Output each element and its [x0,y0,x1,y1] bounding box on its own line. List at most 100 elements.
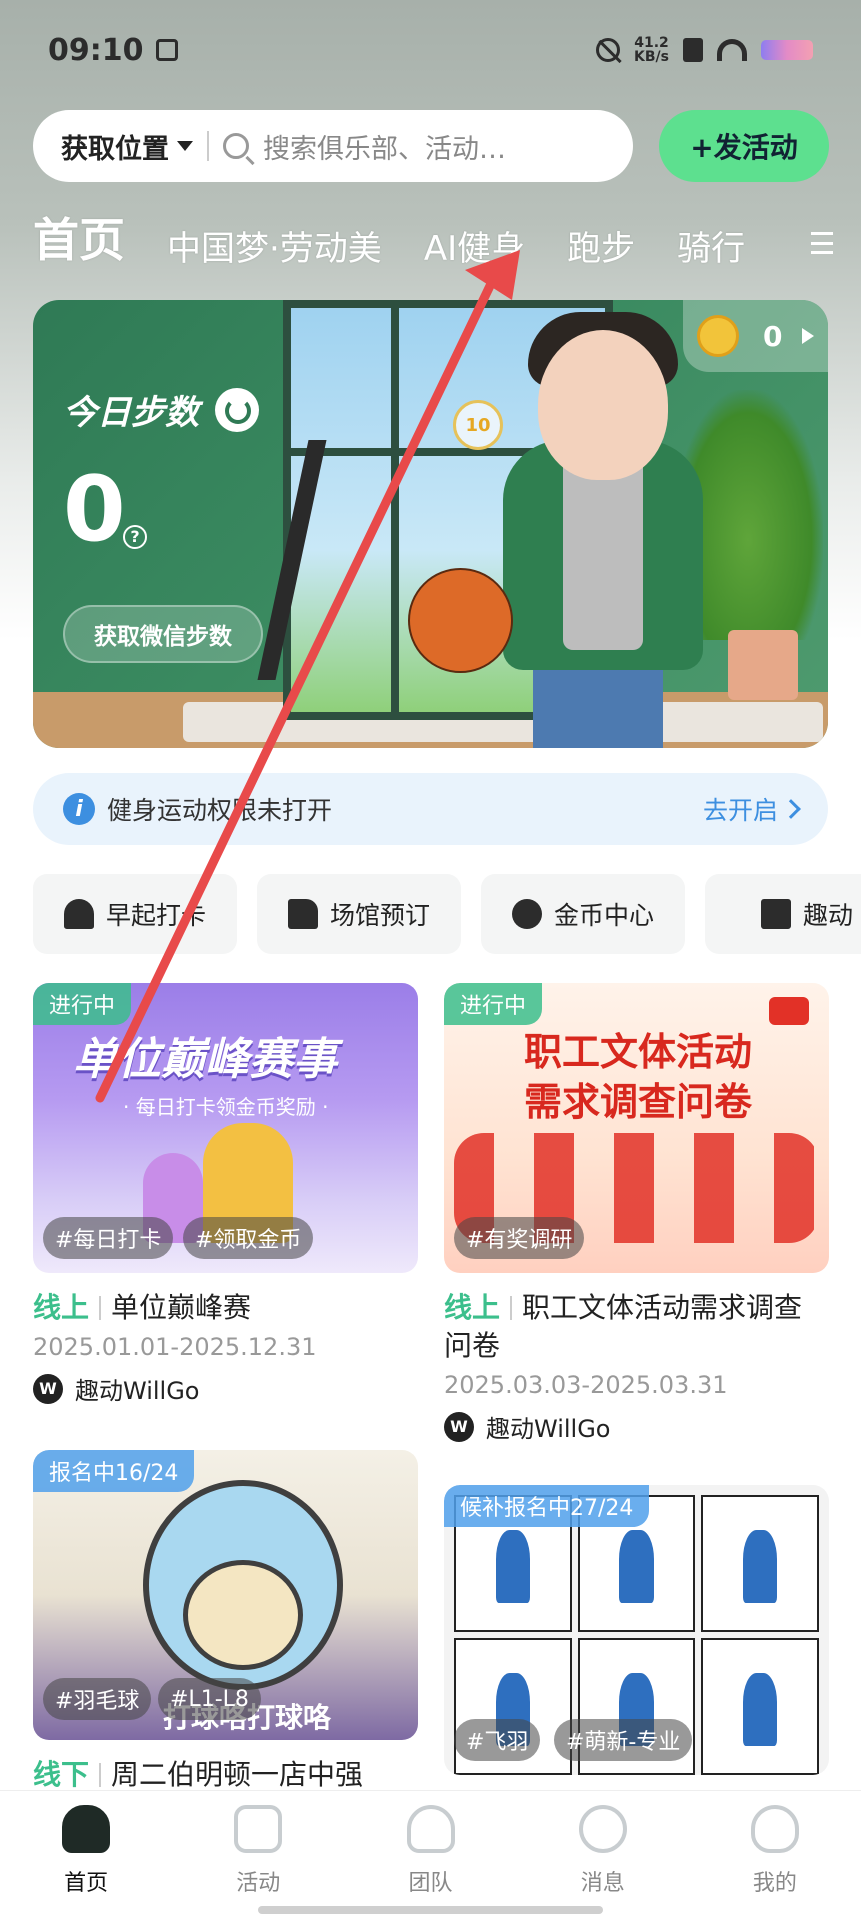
battery-icon [761,40,813,60]
sim-icon [683,38,703,62]
shortcut-label: 趣动 [802,901,853,930]
nav-activities[interactable]: 活动 [172,1805,344,1920]
search-divider [207,131,209,161]
organizer[interactable]: W 趣动WillGo [33,1371,418,1406]
activity-name: 周二伯明顿一店中强 [111,1758,364,1791]
activity-image: 候补报名中27/24 #飞羽 #萌新-专业 [444,1485,829,1775]
tab-ai-fitness[interactable]: AI健身 [424,221,525,270]
shortcut-venue-booking[interactable]: 场馆预订 [257,874,461,954]
title-separator [510,1296,513,1320]
search-input[interactable]: 搜索俱乐部、活动… [263,127,506,166]
permission-notice[interactable]: i 健身运动权限未打开 去开启 [33,773,828,845]
steps-value: 0 [63,457,126,562]
activity-card[interactable]: 打球咯打球咯 报名中16/24 #羽毛球 #L1-L8 线下周二伯明顿一店中强 [33,1450,418,1794]
activity-feed: 单位巅峰赛事 · 每日打卡领金币奖励 · 进行中 #每日打卡 #领取金币 线上单… [33,983,829,1791]
activity-card[interactable]: 职工文体活动 需求调查问卷 进行中 #有奖调研 线上 职工文体活动需求调查问卷 2… [444,983,829,1444]
floating-coin[interactable]: 10 [453,400,503,450]
status-badge: 报名中16/24 [33,1450,195,1492]
activity-title: 线上 单位巅峰赛 [33,1289,418,1327]
shortcut-quyun[interactable]: 趣动 [705,874,861,954]
status-badge: 候补报名中27/24 [444,1485,650,1527]
help-icon[interactable]: ? [123,525,147,549]
title-separator [99,1763,102,1787]
refresh-icon[interactable] [215,387,259,432]
organizer-name: 趣动WillGo [486,1415,611,1443]
shortcut-morning-checkin[interactable]: 早起打卡 [33,874,237,954]
nav-label: 活动 [236,1871,281,1896]
category-tabs: 首页 中国梦·劳动美 AI健身 跑步 骑行 [33,210,833,270]
activity-date: 2025.01.01-2025.12.31 [33,1333,317,1361]
profile-icon [750,1805,799,1853]
steps-title: 今日步数 [63,385,259,434]
organizer[interactable]: W 趣动WillGo [444,1409,829,1444]
alarm-icon [63,899,94,929]
shortcut-label: 早起打卡 [105,901,206,930]
nav-label: 首页 [64,1871,109,1896]
coin-balance[interactable]: 0 [683,300,828,372]
enable-permission-link[interactable]: 去开启 [702,791,801,827]
image-subtitle: · 每日打卡领金币奖励 · [123,1095,329,1119]
basketball-illustration [408,568,513,673]
search-row: 获取位置 搜索俱乐部、活动… +发活动 [33,110,829,182]
character-hoodie [563,450,643,650]
character-face [538,330,668,480]
play-icon [802,328,815,344]
organizer-logo-icon: W [444,1411,474,1442]
home-icon [62,1805,111,1853]
image-headline: 职工文体活动 [524,1030,753,1074]
post-activity-button[interactable]: +发活动 [659,110,829,182]
activity-image: 打球咯打球咯 报名中16/24 #羽毛球 #L1-L8 [33,1450,418,1740]
bottom-nav: 首页 活动 团队 消息 我的 [0,1790,861,1920]
enable-link-label: 去开启 [702,796,778,825]
activity-image: 职工文体活动 需求调查问卷 进行中 #有奖调研 [444,983,829,1273]
plant-pot [728,630,798,700]
info-icon: i [63,793,95,825]
activity-mode: 线下 [33,1758,90,1791]
activity-mode: 线上 [33,1291,90,1324]
coins-icon [511,899,542,929]
notification-icon [155,39,178,61]
status-time: 09:10 [48,32,144,68]
tab-running[interactable]: 跑步 [567,221,635,270]
activity-tag: #羽毛球 [43,1678,152,1720]
nav-profile[interactable]: 我的 [689,1805,861,1920]
home-indicator [258,1906,603,1914]
tab-home[interactable]: 首页 [33,204,125,270]
nav-label: 消息 [580,1871,625,1896]
activity-image: 单位巅峰赛事 · 每日打卡领金币奖励 · 进行中 #每日打卡 #领取金币 [33,983,418,1273]
activity-card[interactable]: 单位巅峰赛事 · 每日打卡领金币奖励 · 进行中 #每日打卡 #领取金币 线上单… [33,983,418,1406]
nav-label: 我的 [752,1871,797,1896]
location-selector[interactable]: 获取位置 [61,127,193,166]
steps-banner[interactable]: 10 今日步数 0 ? 获取微信步数 0 [33,300,828,748]
chat-bubble-icon [769,997,809,1025]
shortcut-row: 早起打卡 场馆预订 金币中心 趣动 [33,874,861,954]
activity-tag: #L1-L8 [158,1678,261,1720]
activity-tag: #萌新-专业 [554,1719,693,1761]
organizer-logo-icon: W [33,1373,63,1404]
status-badge: 进行中 [33,983,132,1025]
shortcut-coin-center[interactable]: 金币中心 [481,874,685,954]
coin-count: 0 [763,319,783,353]
wechat-steps-button[interactable]: 获取微信步数 [63,605,263,663]
document-icon [234,1805,283,1853]
search-icon [223,133,249,159]
activity-card[interactable]: 候补报名中27/24 #飞羽 #萌新-专业 [444,1485,829,1775]
activity-date: 2025.03.03-2025.03.31 [444,1371,728,1399]
nav-label: 团队 [408,1871,453,1896]
activity-tag: #有奖调研 [454,1217,585,1259]
organizer-name: 趣动WillGo [75,1377,200,1405]
message-icon [578,1805,627,1853]
title-separator [99,1296,102,1320]
steps-label: 今日步数 [63,393,199,433]
tab-cycling[interactable]: 骑行 [677,221,745,270]
search-box[interactable]: 获取位置 搜索俱乐部、活动… [33,110,633,182]
character-jeans [533,670,663,748]
signal-cell [701,1495,819,1632]
tab-china-dream[interactable]: 中国梦·劳动美 [167,221,382,270]
activity-tag: #领取金币 [183,1217,314,1259]
nav-team[interactable]: 团队 [344,1805,516,1920]
status-bar: 09:10 41.2 KB/s [0,0,861,100]
menu-icon[interactable] [811,232,833,254]
nav-home[interactable]: 首页 [0,1805,172,1920]
nav-messages[interactable]: 消息 [517,1805,689,1920]
